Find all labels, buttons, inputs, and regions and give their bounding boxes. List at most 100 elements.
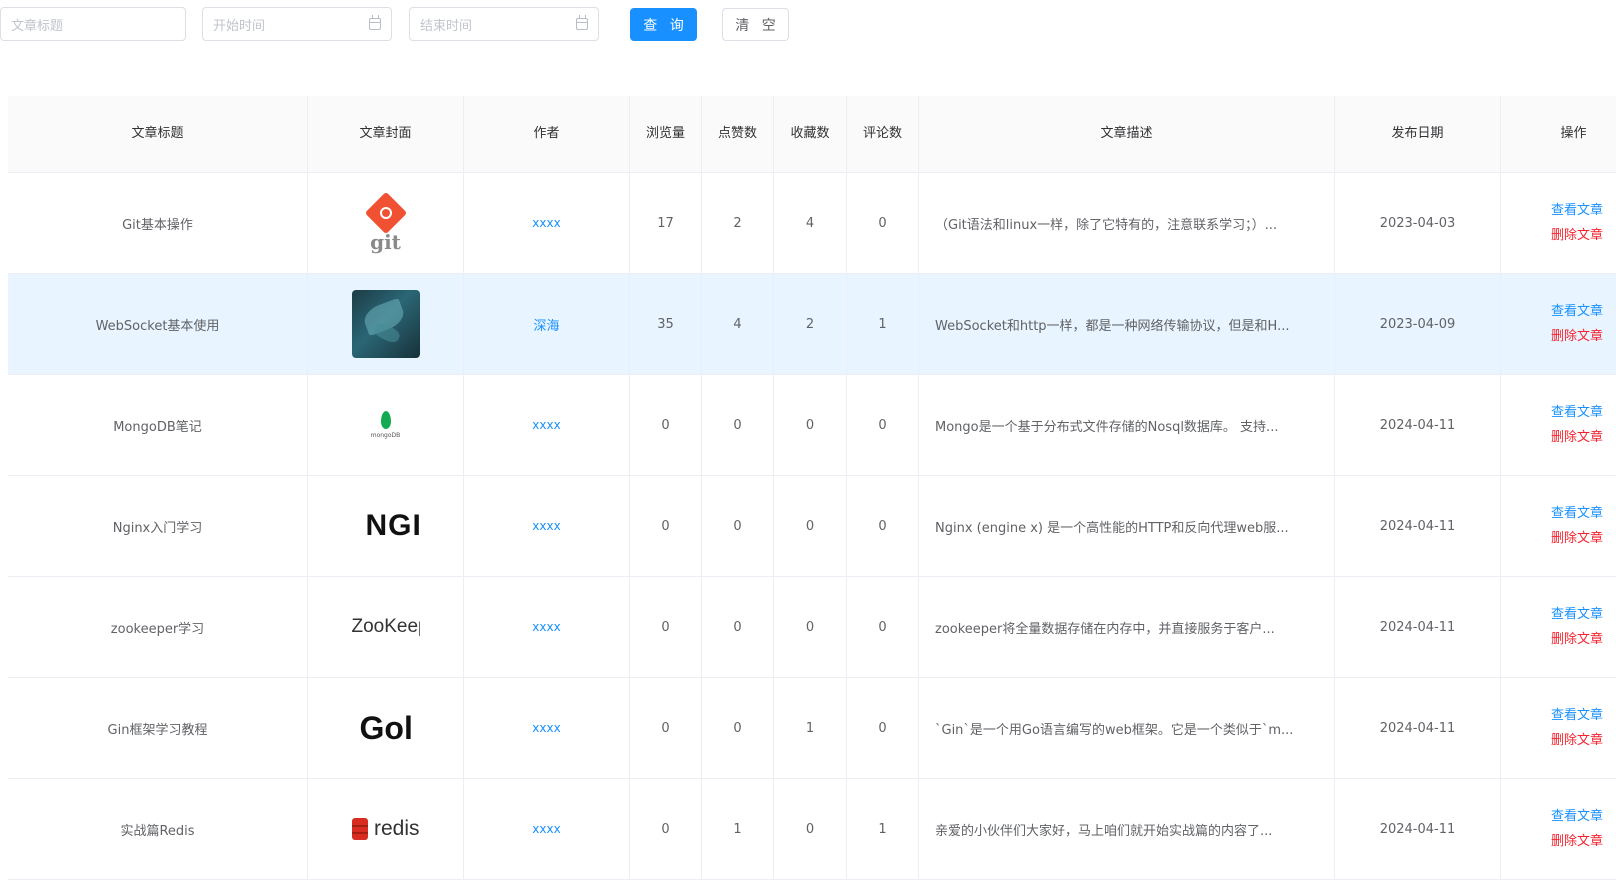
row-comments: 1 bbox=[847, 274, 919, 374]
row-date: 2023-04-09 bbox=[1335, 274, 1501, 374]
end-date-picker[interactable]: 结束时间 bbox=[409, 7, 599, 41]
nginx-logo-icon: NGI bbox=[365, 509, 420, 542]
view-article-link[interactable]: 查看文章 bbox=[1551, 400, 1603, 425]
table-row[interactable]: WebSocket基本使用 深海 35 4 2 1 WebSocket和http… bbox=[8, 274, 1616, 375]
table-row[interactable]: MongoDB笔记 mongoDB xxxx 0 0 0 0 Mongo是一个基… bbox=[8, 375, 1616, 476]
table-header: 文章标题 文章封面 作者 浏览量 点赞数 收藏数 评论数 文章描述 发布日期 操… bbox=[8, 96, 1616, 173]
view-article-link[interactable]: 查看文章 bbox=[1551, 602, 1603, 627]
header-date: 发布日期 bbox=[1335, 96, 1501, 172]
header-favorites: 收藏数 bbox=[774, 96, 847, 172]
header-actions: 操作 bbox=[1560, 126, 1587, 141]
end-date-placeholder: 结束时间 bbox=[420, 18, 473, 34]
author-link[interactable]: xxxx bbox=[532, 418, 560, 432]
row-date: 2023-04-03 bbox=[1335, 173, 1501, 273]
header-description: 文章描述 bbox=[919, 96, 1335, 172]
row-date: 2024-04-11 bbox=[1335, 779, 1501, 879]
header-comments: 评论数 bbox=[847, 96, 919, 172]
row-likes: 0 bbox=[702, 678, 774, 778]
delete-article-link[interactable]: 删除文章 bbox=[1551, 526, 1603, 551]
view-article-link[interactable]: 查看文章 bbox=[1551, 299, 1603, 324]
row-description: WebSocket和http一样，都是一种网络传输协议，但是和H... bbox=[919, 274, 1335, 374]
row-views: 0 bbox=[630, 678, 702, 778]
row-comments: 0 bbox=[847, 577, 919, 677]
delete-article-link[interactable]: 删除文章 bbox=[1551, 829, 1603, 854]
row-views: 35 bbox=[630, 274, 702, 374]
view-article-link[interactable]: 查看文章 bbox=[1551, 703, 1603, 728]
row-cover: mongoDB bbox=[308, 375, 464, 475]
header-cover: 文章封面 bbox=[308, 96, 464, 172]
redis-logo-icon: redis bbox=[351, 795, 420, 863]
row-actions: 查看文章 删除文章 bbox=[1501, 274, 1616, 374]
row-author: xxxx bbox=[464, 779, 630, 879]
row-author: 深海 bbox=[464, 274, 630, 374]
mongodb-logo-icon: mongoDB bbox=[352, 391, 420, 459]
author-link[interactable]: xxxx bbox=[532, 721, 560, 735]
row-cover: ZooKeeper bbox=[308, 577, 464, 677]
delete-article-link[interactable]: 删除文章 bbox=[1551, 324, 1603, 349]
header-author: 作者 bbox=[464, 96, 630, 172]
calendar-icon bbox=[576, 15, 588, 30]
delete-article-link[interactable]: 删除文章 bbox=[1551, 728, 1603, 753]
row-description: `Gin`是一个用Go语言编写的web框架。它是一个类似于`m... bbox=[919, 678, 1335, 778]
row-title: zookeeper学习 bbox=[8, 577, 308, 677]
row-actions: 查看文章 删除文章 bbox=[1501, 173, 1616, 273]
view-article-link[interactable]: 查看文章 bbox=[1551, 198, 1603, 223]
delete-article-link[interactable]: 删除文章 bbox=[1551, 425, 1603, 450]
author-link[interactable]: xxxx bbox=[532, 620, 560, 634]
row-actions: 查看文章 删除文章 bbox=[1501, 577, 1616, 677]
row-author: xxxx bbox=[464, 577, 630, 677]
row-date: 2024-04-11 bbox=[1335, 476, 1501, 576]
delete-article-link[interactable]: 删除文章 bbox=[1551, 627, 1603, 652]
row-comments: 1 bbox=[847, 779, 919, 879]
row-author: xxxx bbox=[464, 375, 630, 475]
row-cover bbox=[308, 274, 464, 374]
row-likes: 1 bbox=[702, 779, 774, 879]
row-comments: 0 bbox=[847, 476, 919, 576]
row-actions: 查看文章 删除文章 bbox=[1501, 678, 1616, 778]
row-favorites: 1 bbox=[774, 678, 847, 778]
golang-logo-icon: Gol bbox=[359, 709, 413, 746]
row-description: 亲爱的小伙伴们大家好，马上咱们就开始实战篇的内容了... bbox=[919, 779, 1335, 879]
row-title: Git基本操作 bbox=[8, 173, 308, 273]
row-views: 0 bbox=[630, 375, 702, 475]
row-date: 2024-04-11 bbox=[1335, 375, 1501, 475]
row-cover: NGI bbox=[308, 476, 464, 576]
articles-table: 文章标题 文章封面 作者 浏览量 点赞数 收藏数 评论数 文章描述 发布日期 操… bbox=[8, 96, 1616, 880]
header-likes: 点赞数 bbox=[702, 96, 774, 172]
row-likes: 2 bbox=[702, 173, 774, 273]
row-favorites: 0 bbox=[774, 375, 847, 475]
author-link[interactable]: xxxx bbox=[532, 822, 560, 836]
row-title: Gin框架学习教程 bbox=[8, 678, 308, 778]
row-favorites: 0 bbox=[774, 476, 847, 576]
table-row[interactable]: Gin框架学习教程 Gol xxxx 0 0 1 0 `Gin`是一个用Go语言… bbox=[8, 678, 1616, 779]
row-description: Mongo是一个基于分布式文件存储的Nosql数据库。 支持... bbox=[919, 375, 1335, 475]
row-description: Nginx (engine x) 是一个高性能的HTTP和反向代理web服... bbox=[919, 476, 1335, 576]
table-row[interactable]: zookeeper学习 ZooKeeper xxxx 0 0 0 0 zooke… bbox=[8, 577, 1616, 678]
title-search-input[interactable]: 文章标题 bbox=[0, 7, 186, 41]
start-date-picker[interactable]: 开始时间 bbox=[202, 7, 392, 41]
author-link[interactable]: xxxx bbox=[532, 519, 560, 533]
author-link[interactable]: xxxx bbox=[532, 216, 560, 230]
row-actions: 查看文章 删除文章 bbox=[1501, 779, 1616, 879]
row-views: 17 bbox=[630, 173, 702, 273]
row-actions: 查看文章 删除文章 bbox=[1501, 375, 1616, 475]
view-article-link[interactable]: 查看文章 bbox=[1551, 804, 1603, 829]
view-article-link[interactable]: 查看文章 bbox=[1551, 501, 1603, 526]
row-favorites: 4 bbox=[774, 173, 847, 273]
row-title: Nginx入门学习 bbox=[8, 476, 308, 576]
clear-button[interactable]: 清 空 bbox=[722, 8, 789, 41]
delete-article-link[interactable]: 删除文章 bbox=[1551, 223, 1603, 248]
table-row[interactable]: 实战篇Redis redis xxxx 0 1 0 1 亲爱的小伙伴们大家好，马… bbox=[8, 779, 1616, 880]
row-views: 0 bbox=[630, 779, 702, 879]
query-button[interactable]: 查 询 bbox=[630, 8, 697, 41]
header-title[interactable]: 文章标题 bbox=[8, 96, 308, 172]
row-favorites: 2 bbox=[774, 274, 847, 374]
table-row[interactable]: Git基本操作 git xxxx 17 2 4 0 （Git语法和linux一样… bbox=[8, 173, 1616, 274]
author-link[interactable]: 深海 bbox=[533, 315, 559, 334]
row-comments: 0 bbox=[847, 173, 919, 273]
zookeeper-logo-icon: ZooKeeper bbox=[351, 616, 420, 637]
row-author: xxxx bbox=[464, 173, 630, 273]
row-title: WebSocket基本使用 bbox=[8, 274, 308, 374]
header-views: 浏览量 bbox=[630, 96, 702, 172]
table-row[interactable]: Nginx入门学习 NGI xxxx 0 0 0 0 Nginx (engine… bbox=[8, 476, 1616, 577]
